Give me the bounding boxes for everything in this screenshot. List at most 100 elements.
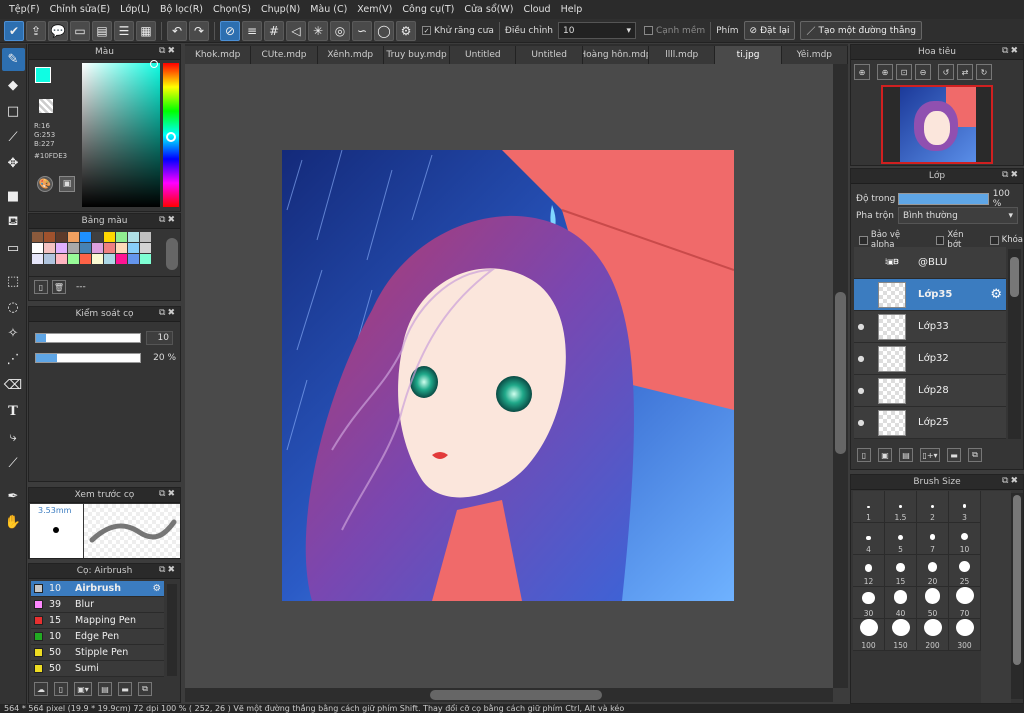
canvas-horizontal-scrollbar[interactable] <box>185 688 833 702</box>
brush-size-cell[interactable]: 200 <box>917 619 949 651</box>
visibility-eye-icon[interactable]: ● <box>854 386 868 395</box>
brush-size-cell[interactable]: 20 <box>917 555 949 587</box>
panel-popout-close-icons[interactable]: ⧉✖ <box>159 46 177 56</box>
palette-swatch[interactable] <box>116 243 127 253</box>
crosshatch-snap-icon[interactable]: # <box>264 20 284 41</box>
straight-line-button[interactable]: ／ Tạo một đường thẳng <box>800 21 922 40</box>
brush-size-cell[interactable]: 1.5 <box>885 491 917 523</box>
layer-folder-icon[interactable]: ▬ <box>947 448 961 462</box>
protect-alpha-checkbox[interactable] <box>859 235 868 245</box>
brush-tool-icon[interactable]: ✎ <box>1 48 25 71</box>
visibility-eye-icon[interactable]: ● <box>854 354 868 363</box>
palette-icon[interactable]: ▣ <box>59 176 75 192</box>
palette-swatch[interactable] <box>44 243 55 253</box>
palette-swatch[interactable] <box>104 232 115 242</box>
brush-size-cell[interactable]: 1 <box>853 491 885 523</box>
menu-item[interactable]: Cloud <box>518 4 555 15</box>
palette-swatch[interactable] <box>56 232 67 242</box>
layer-row[interactable]: Lớp35 ⚙ <box>854 279 1006 311</box>
perspective-snap-icon[interactable]: ◁ <box>286 20 306 41</box>
color-wheel-icon[interactable]: 🎨 <box>37 176 53 192</box>
brush-size-slider[interactable] <box>35 333 141 343</box>
cloud-brush-icon[interactable]: ☁ <box>34 682 48 696</box>
palette-swatch[interactable] <box>44 232 55 242</box>
curve-snap-icon[interactable]: ∽ <box>352 20 372 41</box>
soft-edge-checkbox[interactable] <box>643 26 653 35</box>
brush-size-scroll-thumb[interactable] <box>1013 495 1021 665</box>
document-tab[interactable]: Truy buy.mdp <box>383 46 451 64</box>
lock-option[interactable]: Khóa <box>989 235 1023 245</box>
palette-swatch[interactable] <box>140 254 151 264</box>
clipping-checkbox[interactable] <box>935 235 945 245</box>
eraser-tool-icon[interactable]: ◆ <box>2 74 25 97</box>
brush-size-cell[interactable]: 40 <box>885 587 917 619</box>
document-tab[interactable]: ti.jpg <box>715 46 782 64</box>
panel-popout-close-icons[interactable]: ⧉✖ <box>159 565 177 575</box>
list-icon[interactable]: ☰ <box>114 20 134 41</box>
palette-swatch[interactable] <box>92 254 103 264</box>
bucket-tool-icon[interactable]: ⛾ <box>2 211 25 234</box>
circle-snap-icon[interactable]: ◎ <box>330 20 350 41</box>
new-8bit-layer-icon[interactable]: ▤ <box>899 448 913 462</box>
document-tab[interactable]: CUte.mdp <box>251 46 318 64</box>
layer-row[interactable]: ⦙▣ᗷ @BLU <box>854 247 1006 279</box>
palette-swatch[interactable] <box>104 243 115 253</box>
palette-swatch[interactable] <box>68 243 79 253</box>
gradient-tool-icon[interactable]: ▭ <box>2 237 25 260</box>
layer-row[interactable]: ● Lớp32 <box>854 343 1006 375</box>
brush-list-scrollbar[interactable] <box>167 584 177 676</box>
brush-item[interactable]: 10 Airbrush ⚙ <box>31 581 164 597</box>
brush-size-cell[interactable]: 30 <box>853 587 885 619</box>
brush-settings-icon[interactable]: ▤ <box>98 682 112 696</box>
rotate-right-icon[interactable]: ↻ <box>976 64 992 80</box>
brush-size-cell[interactable]: 15 <box>885 555 917 587</box>
menu-item[interactable]: Xem(V) <box>352 4 397 15</box>
panel-popout-close-icons[interactable]: ⧉✖ <box>159 308 177 318</box>
menu-item[interactable]: Chụp(N) <box>256 4 305 15</box>
document-tab[interactable]: Khok.mdp <box>185 46 252 64</box>
palette-swatch[interactable] <box>128 254 139 264</box>
palette-swatch[interactable] <box>128 232 139 242</box>
menu-item[interactable]: Bộ lọc(R) <box>155 4 208 15</box>
zoom-out-icon[interactable]: ⊖ <box>915 64 931 80</box>
undo-icon[interactable]: ↶ <box>167 20 187 41</box>
layer-row[interactable]: ● Lớp33 <box>854 311 1006 343</box>
eyedropper-tool-icon[interactable]: ⟋ <box>2 452 25 475</box>
layer-list-scrollbar[interactable] <box>1008 249 1021 439</box>
antialias-checkbox[interactable]: ✓ <box>422 26 431 35</box>
move-tool-icon[interactable]: ✥ <box>2 152 25 175</box>
brush-item[interactable]: 39 Blur <box>31 597 164 613</box>
palette-swatch[interactable] <box>32 243 43 253</box>
palette-swatch[interactable] <box>80 243 91 253</box>
share-icon[interactable]: ⇪ <box>26 20 46 41</box>
rotate-left-icon[interactable]: ↺ <box>938 64 954 80</box>
horizontal-scroll-thumb[interactable] <box>430 690 602 700</box>
document-tab[interactable]: Untitled <box>450 46 517 64</box>
document-tab[interactable]: Untitled <box>516 46 583 64</box>
menu-item[interactable]: Tệp(F) <box>4 4 45 15</box>
document-tab[interactable]: Yêi.mdp <box>781 46 848 64</box>
reset-button[interactable]: ⊘ Đặt lại <box>743 21 796 40</box>
brush-size-value[interactable]: 10 <box>146 331 173 345</box>
brush-opacity-slider[interactable] <box>35 353 141 363</box>
new-brush-icon[interactable]: ▯ <box>54 682 68 696</box>
palette-swatch[interactable] <box>80 232 91 242</box>
delete-palette-icon[interactable]: 🗑 <box>52 280 66 294</box>
brush-size-scrollbar[interactable] <box>1011 493 1023 699</box>
palette-swatch[interactable] <box>92 232 103 242</box>
line-tool-icon[interactable]: ⟋ <box>2 126 25 149</box>
brush-item[interactable]: 15 Mapping Pen <box>31 613 164 629</box>
settings-icon[interactable]: ⚙ <box>396 20 416 41</box>
vertical-scroll-thumb[interactable] <box>835 292 846 454</box>
palette-swatch[interactable] <box>32 232 43 242</box>
palette-swatch[interactable] <box>116 232 127 242</box>
current-color-swatch[interactable] <box>35 67 51 83</box>
panel-popout-close-icons[interactable]: ⧉✖ <box>1002 170 1020 180</box>
palette-swatch[interactable] <box>68 254 79 264</box>
palette-swatch[interactable] <box>56 243 67 253</box>
layer-scroll-thumb[interactable] <box>1010 257 1019 297</box>
folder-icon[interactable]: ▬ <box>118 682 132 696</box>
zoom-reset-icon[interactable]: ⊡ <box>896 64 912 80</box>
select-pen-tool-icon[interactable]: ⋰ <box>2 348 25 371</box>
new-halftone-layer-icon[interactable]: ▣ <box>878 448 892 462</box>
